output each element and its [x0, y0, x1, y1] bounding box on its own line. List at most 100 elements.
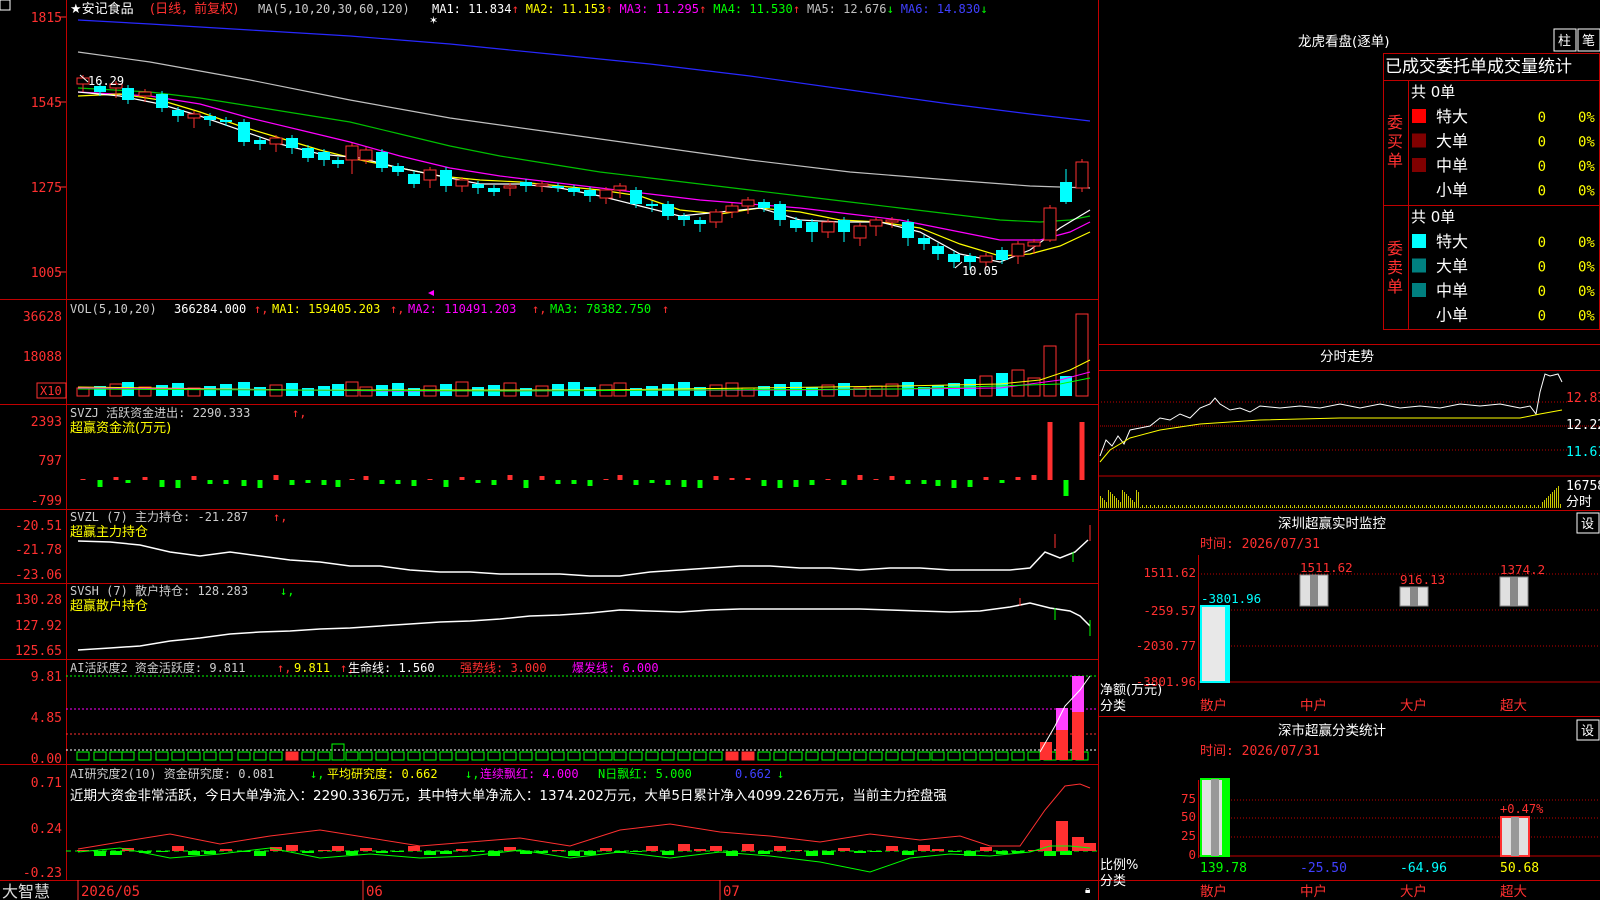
volume-panel[interactable]: VOL(5,10,20) 366284.000 ↑, MA1: 159405.2… [23, 302, 1091, 399]
intraday-panel[interactable]: 分时走势 12.83 12.22 11.61 16758 分时 [1098, 349, 1600, 510]
intraday-volume-bar [1260, 507, 1261, 508]
intraday-volume-bar [1268, 507, 1269, 508]
ma3-line [77, 91, 1091, 241]
ai-active-bar [741, 751, 755, 761]
intraday-volume-bar [1104, 500, 1105, 508]
intraday-volume-bar [1472, 507, 1473, 508]
intraday-volume-bar [1302, 505, 1303, 508]
ai-research-bar [678, 844, 690, 851]
intraday-volume-bar [1246, 505, 1247, 508]
ai-active-bar [821, 751, 835, 761]
intraday-volume-bar [1466, 505, 1467, 508]
candle-body [535, 183, 549, 187]
volume-bar [359, 386, 373, 397]
sz-category-panel[interactable]: 深市超赢分类统计 设 时间: 2026/07/31 75 50 25 0 +0.… [1100, 719, 1600, 900]
svsh-axis-label: 125.65 [15, 644, 62, 659]
candle-body [885, 219, 899, 223]
sz-category-y-label: 比例% [1100, 858, 1138, 873]
cursor-marker-icon: ✶ [429, 14, 438, 27]
intraday-volume-bar [1210, 505, 1211, 508]
ai-research-bar [94, 851, 106, 856]
candle-body [359, 149, 373, 161]
intraday-axis-label: 12.22 [1566, 418, 1600, 433]
intraday-volume-bar [1544, 500, 1545, 508]
candle-body [902, 222, 914, 238]
ai-research-bar [318, 850, 330, 851]
svzj-panel[interactable]: SVZJ 活跃资金进出: 2290.333 ↑, 超赢资金流(万元) 2393 … [31, 405, 1085, 509]
ai-active-life: 生命线: 1.560 [348, 660, 435, 675]
intraday-volume-bar [1346, 505, 1347, 508]
intraday-volume-bar [1502, 505, 1503, 508]
ma1-line [77, 91, 1091, 263]
ai-active-bar [567, 751, 581, 761]
ai-active-bar [885, 751, 899, 761]
sz-category-category: 超大 [1500, 884, 1527, 900]
intraday-volume-bar [1334, 505, 1335, 508]
svzj-bar [905, 480, 911, 484]
intraday-volume-bar [1394, 505, 1395, 508]
sz-monitor-time: 时间: 2026/07/31 [1200, 537, 1320, 552]
ai-active-bar [599, 751, 613, 761]
volume-bar [584, 387, 596, 396]
candle-body [455, 179, 469, 187]
ai-research-bar [996, 851, 1008, 854]
candle-body [345, 145, 359, 161]
sz-monitor-bar-edge [1225, 606, 1229, 682]
volume-bar [472, 387, 484, 396]
ai-research-panel[interactable]: AI研究度2(10) 资金研究度: 0.081 ↓, 平均研究度: 0.662 … [23, 766, 1098, 881]
intraday-volume-bar [1156, 507, 1157, 508]
longhu-panel[interactable]: 龙虎看盘(逐单) 柱 笔 已成交委托单成交量统计 委买单 委卖单 共 0单 共 … [1298, 28, 1600, 330]
intraday-volume-bar [1304, 507, 1305, 508]
svzj-bars [80, 422, 1085, 496]
svsh-panel[interactable]: SVSH (7) 散户持仓: 128.283 ↓, 超赢散户持仓 130.28 … [15, 583, 1091, 659]
ai-active-bar [423, 751, 437, 761]
order-size-count: 0 [1538, 235, 1546, 251]
sz-monitor-panel[interactable]: 深圳超赢实时监控 设 时间: 2026/07/31 1511.62 -259.5… [1100, 512, 1600, 714]
order-size-count: 0 [1538, 284, 1546, 300]
intraday-volume-bar [1162, 505, 1163, 508]
intraday-volume-bar [1372, 507, 1373, 508]
candle-body [472, 184, 484, 188]
candle-body [156, 94, 168, 108]
volume-ma2: MA2: 110491.203 [408, 302, 516, 316]
sz-category-category: 大户 [1400, 883, 1427, 900]
intraday-volume-bar [1412, 507, 1413, 508]
stock-chart-workspace[interactable]: ★安记食品 (日线，前复权) MA(5,10,20,30,60,120) MA1… [0, 0, 1600, 900]
intraday-volume-bar [1296, 507, 1297, 508]
order-size-count: 0 [1538, 309, 1546, 325]
intraday-volume-bar [1420, 507, 1421, 508]
intraday-volume-bar [1374, 505, 1375, 508]
intraday-volume-bar [1252, 507, 1253, 508]
ma-legend-item: MA6: 14.830 [901, 2, 980, 16]
svg-text:↓,: ↓, [465, 767, 479, 781]
intraday-volume-bar [1496, 507, 1497, 508]
svzl-panel[interactable]: SVZL (7) 主力持仓: -21.287 ↑, 超赢主力持仓 -20.51 … [15, 509, 1091, 583]
svzj-bar [633, 480, 639, 485]
intraday-volume-bar [1130, 498, 1131, 508]
svzj-bar [999, 480, 1005, 483]
intraday-volume-bar [1416, 507, 1417, 508]
intraday-volume-bar [1254, 505, 1255, 508]
volume-bar [964, 379, 976, 396]
ai-active-bar [773, 751, 787, 761]
intraday-volume-bar [1238, 505, 1239, 508]
ai-active-bar [237, 751, 251, 761]
ai-active-panel[interactable]: AI活跃度2 资金活跃度: 9.811 ↑, 9.811 ↑, 生命线: 1.5… [31, 660, 1098, 767]
intraday-volume-bar [1484, 507, 1485, 508]
lock-icon[interactable]: 🔒︎ [1085, 885, 1090, 896]
intraday-volume-bar [1408, 507, 1409, 508]
volume-bar [392, 383, 404, 396]
price-axis-label: 1005 [31, 266, 62, 281]
ai-research-cont: 连续飘红: 4.000 [480, 766, 579, 781]
price-panel[interactable]: ★安记食品 (日线，前复权) MA(5,10,20,30,60,120) MA1… [0, 0, 1091, 296]
intraday-volume-bar [1290, 505, 1291, 508]
intraday-volume-bar [1522, 505, 1523, 508]
ai-research-bar [870, 851, 882, 852]
intraday-volume-bar [1446, 505, 1447, 508]
intraday-volume-bar [1518, 505, 1519, 508]
ma-legend: MA1: 11.834 ↑ MA2: 11.153 ↑ MA3: 11.295 ↑ MA4:… [432, 2, 988, 16]
group-label-char: 委 [1387, 239, 1403, 258]
svzl-line [77, 539, 1089, 577]
ai-active-bar [805, 751, 819, 761]
panel-menu-icon[interactable] [0, 0, 11, 11]
